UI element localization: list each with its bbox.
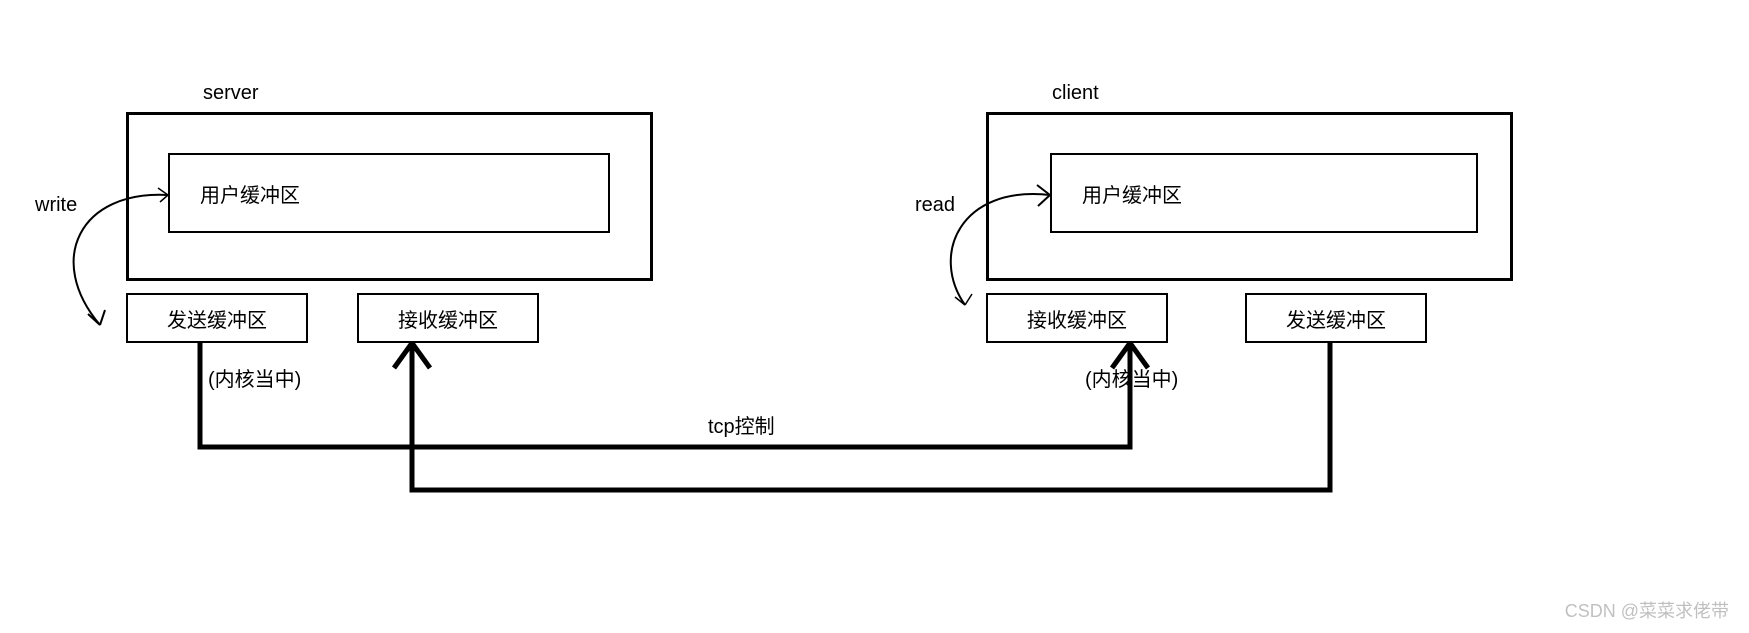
- server-title: server: [203, 82, 259, 105]
- server-recv-buffer-box: 接收缓冲区: [357, 293, 539, 343]
- tcp-path-client-to-server: [412, 343, 1330, 490]
- client-user-buffer-label: 用户缓冲区: [1082, 179, 1182, 208]
- client-title: client: [1052, 82, 1099, 105]
- server-user-buffer-label: 用户缓冲区: [200, 179, 300, 208]
- client-recv-buffer-box: 接收缓冲区: [986, 293, 1168, 343]
- server-send-buffer-box: 发送缓冲区: [126, 293, 308, 343]
- client-recv-buffer-label: 接收缓冲区: [1027, 304, 1127, 333]
- client-user-buffer-box: 用户缓冲区: [1050, 153, 1478, 233]
- server-send-buffer-label: 发送缓冲区: [167, 304, 267, 333]
- client-kernel-note: (内核当中): [1085, 363, 1178, 392]
- tcp-control-label: tcp控制: [708, 410, 775, 439]
- server-recv-buffer-label: 接收缓冲区: [398, 304, 498, 333]
- server-kernel-note: (内核当中): [208, 363, 301, 392]
- client-read-label: read: [915, 194, 955, 217]
- client-send-buffer-label: 发送缓冲区: [1286, 304, 1386, 333]
- server-write-label: write: [35, 194, 77, 217]
- client-send-buffer-box: 发送缓冲区: [1245, 293, 1427, 343]
- watermark: CSDN @菜菜求佬带: [1565, 597, 1729, 623]
- tcp-path-server-to-client: [200, 343, 1130, 447]
- server-user-buffer-box: 用户缓冲区: [168, 153, 610, 233]
